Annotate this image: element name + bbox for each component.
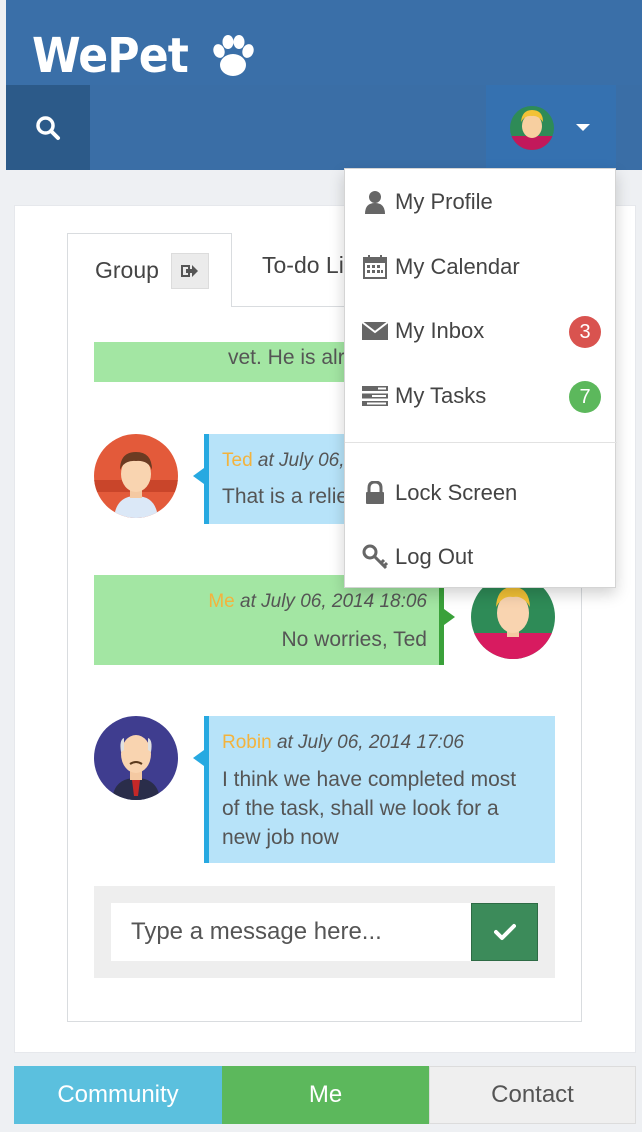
menu-divider: [345, 442, 617, 443]
menu-item-label: My Profile: [395, 189, 493, 214]
tasks-count-badge: 7: [569, 381, 601, 413]
message-composer: [94, 886, 555, 978]
message-partial-text: vet. He is alr: [228, 346, 345, 369]
tab-community[interactable]: Community: [14, 1066, 222, 1124]
sender-name[interactable]: Me: [208, 591, 234, 612]
message-robin-text: I think we have completed most of the ta…: [222, 765, 516, 852]
avatar-ted: [94, 434, 178, 518]
message-time: at July 06, 2014 18:06: [240, 591, 427, 612]
message-line: new job now: [222, 826, 339, 849]
top-header: WePet: [6, 0, 642, 170]
menu-item-label: Log Out: [395, 544, 474, 569]
menu-item-tasks[interactable]: My Tasks 7: [345, 371, 617, 421]
menu-item-lock-screen[interactable]: Lock Screen: [345, 468, 617, 518]
tasks-icon: [361, 382, 389, 410]
menu-item-calendar[interactable]: My Calendar: [345, 242, 617, 292]
envelope-icon: [361, 317, 389, 345]
check-icon: [493, 924, 516, 940]
message-ted-text: That is a relie: [222, 485, 349, 508]
user-menu-button[interactable]: [486, 85, 616, 170]
message-robin: Robin at July 06, 2014 17:06 I think we …: [193, 716, 555, 863]
inbox-count-badge: 3: [569, 316, 601, 348]
tab-group-label: Group: [95, 257, 159, 283]
message-line: I think we have completed most: [222, 768, 517, 791]
tab-group[interactable]: Group: [67, 233, 232, 307]
avatar: [510, 105, 554, 150]
send-button[interactable]: [471, 903, 538, 961]
avatar-robin: [94, 716, 178, 800]
sender-name[interactable]: Robin: [222, 732, 272, 753]
paw-icon: [213, 35, 255, 76]
brand-name: WePet: [32, 28, 189, 84]
menu-item-label: My Tasks: [395, 383, 487, 408]
search-button[interactable]: [6, 85, 90, 170]
menu-item-label: My Inbox: [395, 318, 485, 343]
user-icon: [361, 188, 389, 216]
message-me-text: No worries, Ted: [281, 628, 427, 651]
message-me-meta: Me at July 06, 2014 18:06: [208, 591, 427, 613]
bottom-tab-bar: Community Me Contact: [14, 1066, 636, 1124]
menu-item-inbox[interactable]: My Inbox 3: [345, 306, 617, 356]
chevron-down-icon: [576, 124, 590, 131]
message-robin-meta: Robin at July 06, 2014 17:06: [222, 732, 464, 754]
message-line: of the task, shall we look for a: [222, 797, 499, 820]
tab-me[interactable]: Me: [222, 1066, 429, 1124]
message-ted: Ted at July 06, That is a relie: [193, 434, 354, 524]
menu-item-profile[interactable]: My Profile: [345, 177, 617, 227]
message-ted-meta: Ted at July 06,: [222, 450, 345, 472]
message-input[interactable]: [111, 903, 471, 961]
menu-item-logout[interactable]: Log Out: [345, 532, 617, 582]
sign-out-icon[interactable]: [170, 252, 209, 289]
message-time: at July 06,: [257, 450, 345, 471]
calendar-icon: [361, 253, 389, 281]
message-me: Me at July 06, 2014 18:06 No worries, Te…: [94, 575, 455, 665]
lock-icon: [361, 479, 389, 507]
nav-bar: [6, 85, 642, 170]
tab-contact[interactable]: Contact: [429, 1066, 636, 1124]
sender-name[interactable]: Ted: [222, 450, 253, 471]
search-icon: [36, 115, 60, 140]
brand-logo[interactable]: WePet: [32, 26, 259, 86]
message-time: at July 06, 2014 17:06: [276, 732, 464, 753]
menu-item-label: My Calendar: [395, 254, 520, 279]
key-icon: [361, 543, 389, 571]
user-dropdown-menu: My Profile My Calendar My Inbox 3 My Tas…: [344, 168, 617, 588]
menu-item-label: Lock Screen: [395, 480, 518, 505]
tab-todo[interactable]: To-do Li: [262, 252, 344, 279]
